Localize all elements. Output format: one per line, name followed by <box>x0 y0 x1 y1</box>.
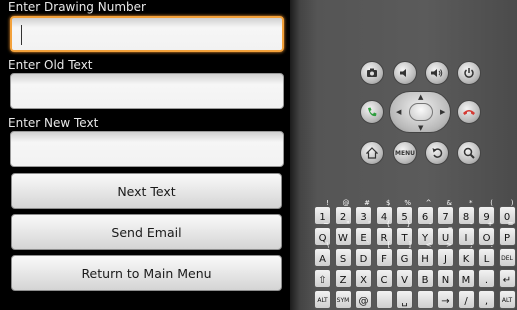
key-3-2[interactable]: X <box>355 269 372 288</box>
key-alt-symbol: < <box>425 241 432 249</box>
key-alt-symbol: ` <box>366 241 371 249</box>
return-main-menu-button[interactable]: Return to Main Menu <box>11 255 282 291</box>
key-3-7[interactable]: M <box>457 269 475 288</box>
dpad-up-icon[interactable]: ▲ <box>418 94 423 101</box>
key-4-5[interactable] <box>416 290 434 309</box>
dpad-down-icon[interactable]: ▼ <box>418 125 423 132</box>
app-screen: Enter Drawing Number Enter Old Text Ente… <box>0 0 290 310</box>
key-alt-symbol: + <box>487 220 493 228</box>
key-alt-symbol: ! <box>326 199 329 207</box>
key-alt-symbol: : <box>490 241 493 249</box>
key-alt-symbol: ] <box>408 241 411 249</box>
key-4-3[interactable] <box>375 290 393 309</box>
new-text-label: Enter New Text <box>8 116 99 130</box>
key-3-0[interactable]: ⇧ <box>314 269 331 288</box>
key-3-8[interactable]: . <box>478 269 495 288</box>
key-alt-symbol: ( <box>490 199 493 207</box>
send-email-button[interactable]: Send Email <box>11 214 282 250</box>
end-call-icon[interactable] <box>457 100 481 124</box>
panel-divider <box>290 0 300 310</box>
key-3-5[interactable]: B <box>416 269 434 288</box>
key-alt-symbol: ' <box>368 220 370 228</box>
key-2-0[interactable]: A \ <box>314 242 331 267</box>
key-alt-symbol: _ <box>448 220 453 228</box>
key-3-6[interactable]: N <box>437 269 454 288</box>
dpad-left-icon[interactable]: ◀ <box>396 109 401 116</box>
dpad-center-button[interactable] <box>409 103 433 121</box>
power-icon[interactable] <box>457 61 481 85</box>
key-alt-symbol: ) <box>510 199 514 207</box>
key-2-9[interactable]: DEL <box>498 248 516 267</box>
key-alt-symbol: - <box>428 220 432 228</box>
key-3-3[interactable]: C <box>375 269 393 288</box>
key-4-4[interactable]: ␣ <box>396 290 413 309</box>
key-alt-symbol: ~ <box>323 220 329 228</box>
key-1-1[interactable]: W " <box>334 221 352 246</box>
key-alt-symbol: & <box>446 199 452 207</box>
key-alt-symbol: > <box>446 241 452 249</box>
key-1-9[interactable]: P = <box>498 221 516 246</box>
menu-button[interactable]: MENU <box>393 141 417 165</box>
key-3-4[interactable]: V <box>396 269 413 288</box>
search-icon[interactable] <box>457 141 481 165</box>
key-alt-symbol: { <box>386 220 391 228</box>
key-alt-symbol: - <box>469 220 473 228</box>
volume-down-icon[interactable] <box>393 61 417 85</box>
key-alt-symbol: * <box>469 199 473 207</box>
key-alt-symbol: % <box>404 199 411 207</box>
dpad[interactable]: ▲ ▼ ◀ ▶ <box>389 91 451 133</box>
home-icon[interactable] <box>360 141 384 165</box>
key-3-9[interactable]: ↵ <box>498 269 516 288</box>
key-alt-symbol: $ <box>386 199 391 207</box>
key-2-4[interactable]: G] <box>396 242 413 267</box>
camera-icon[interactable] <box>360 61 384 85</box>
key-alt-symbol: " <box>346 220 350 228</box>
key-3-1[interactable]: Z <box>334 269 352 288</box>
key-2-5[interactable]: H < <box>416 242 434 267</box>
key-alt-symbol: ; <box>470 241 473 249</box>
key-alt-symbol: \ <box>326 241 329 249</box>
volume-up-icon[interactable] <box>425 61 449 85</box>
key-4-0[interactable]: ALT <box>314 290 331 309</box>
key-alt-symbol: ^ <box>425 199 432 207</box>
key-alt-symbol: # <box>364 199 370 207</box>
key-4-9[interactable]: ALT <box>498 290 516 309</box>
key-4-6[interactable]: → <box>437 290 454 309</box>
new-text-input[interactable] <box>10 131 284 167</box>
dpad-right-icon[interactable]: ▶ <box>440 109 445 116</box>
key-2-8[interactable]: L: <box>478 242 495 267</box>
key-4-8[interactable]: , <box>478 290 495 309</box>
key-2-7[interactable]: K; <box>457 242 475 267</box>
key-2-1[interactable]: S <box>334 248 352 267</box>
key-4-2[interactable]: @ <box>355 290 372 309</box>
key-4-1[interactable]: SYM <box>334 290 352 309</box>
back-icon[interactable] <box>425 141 449 165</box>
key-alt-symbol: = <box>507 220 514 228</box>
key-alt-symbol: } <box>406 220 411 228</box>
text-caret <box>21 25 22 45</box>
old-text-label: Enter Old Text <box>8 58 93 72</box>
next-text-button[interactable]: Next Text <box>11 173 282 209</box>
drawing-number-label: Enter Drawing Number <box>8 0 146 14</box>
hardware-keyboard: 1! 2 @3 #4 $5% 6 ^ 7 & 8 * 9(0) Q ~ W " E ' R{T} Y - U _ I - O + P =… <box>312 200 517 310</box>
key-2-3[interactable]: F[ <box>375 242 393 267</box>
key-alt-symbol: [ <box>387 241 391 249</box>
key-2-6[interactable]: J > <box>437 242 454 267</box>
key-alt-symbol: @ <box>342 199 350 207</box>
key-2-2[interactable]: D ` <box>355 242 372 267</box>
drawing-number-input[interactable] <box>10 16 284 52</box>
key-4-7[interactable]: / <box>457 290 475 309</box>
call-icon[interactable] <box>360 100 384 124</box>
old-text-input[interactable] <box>10 73 284 109</box>
